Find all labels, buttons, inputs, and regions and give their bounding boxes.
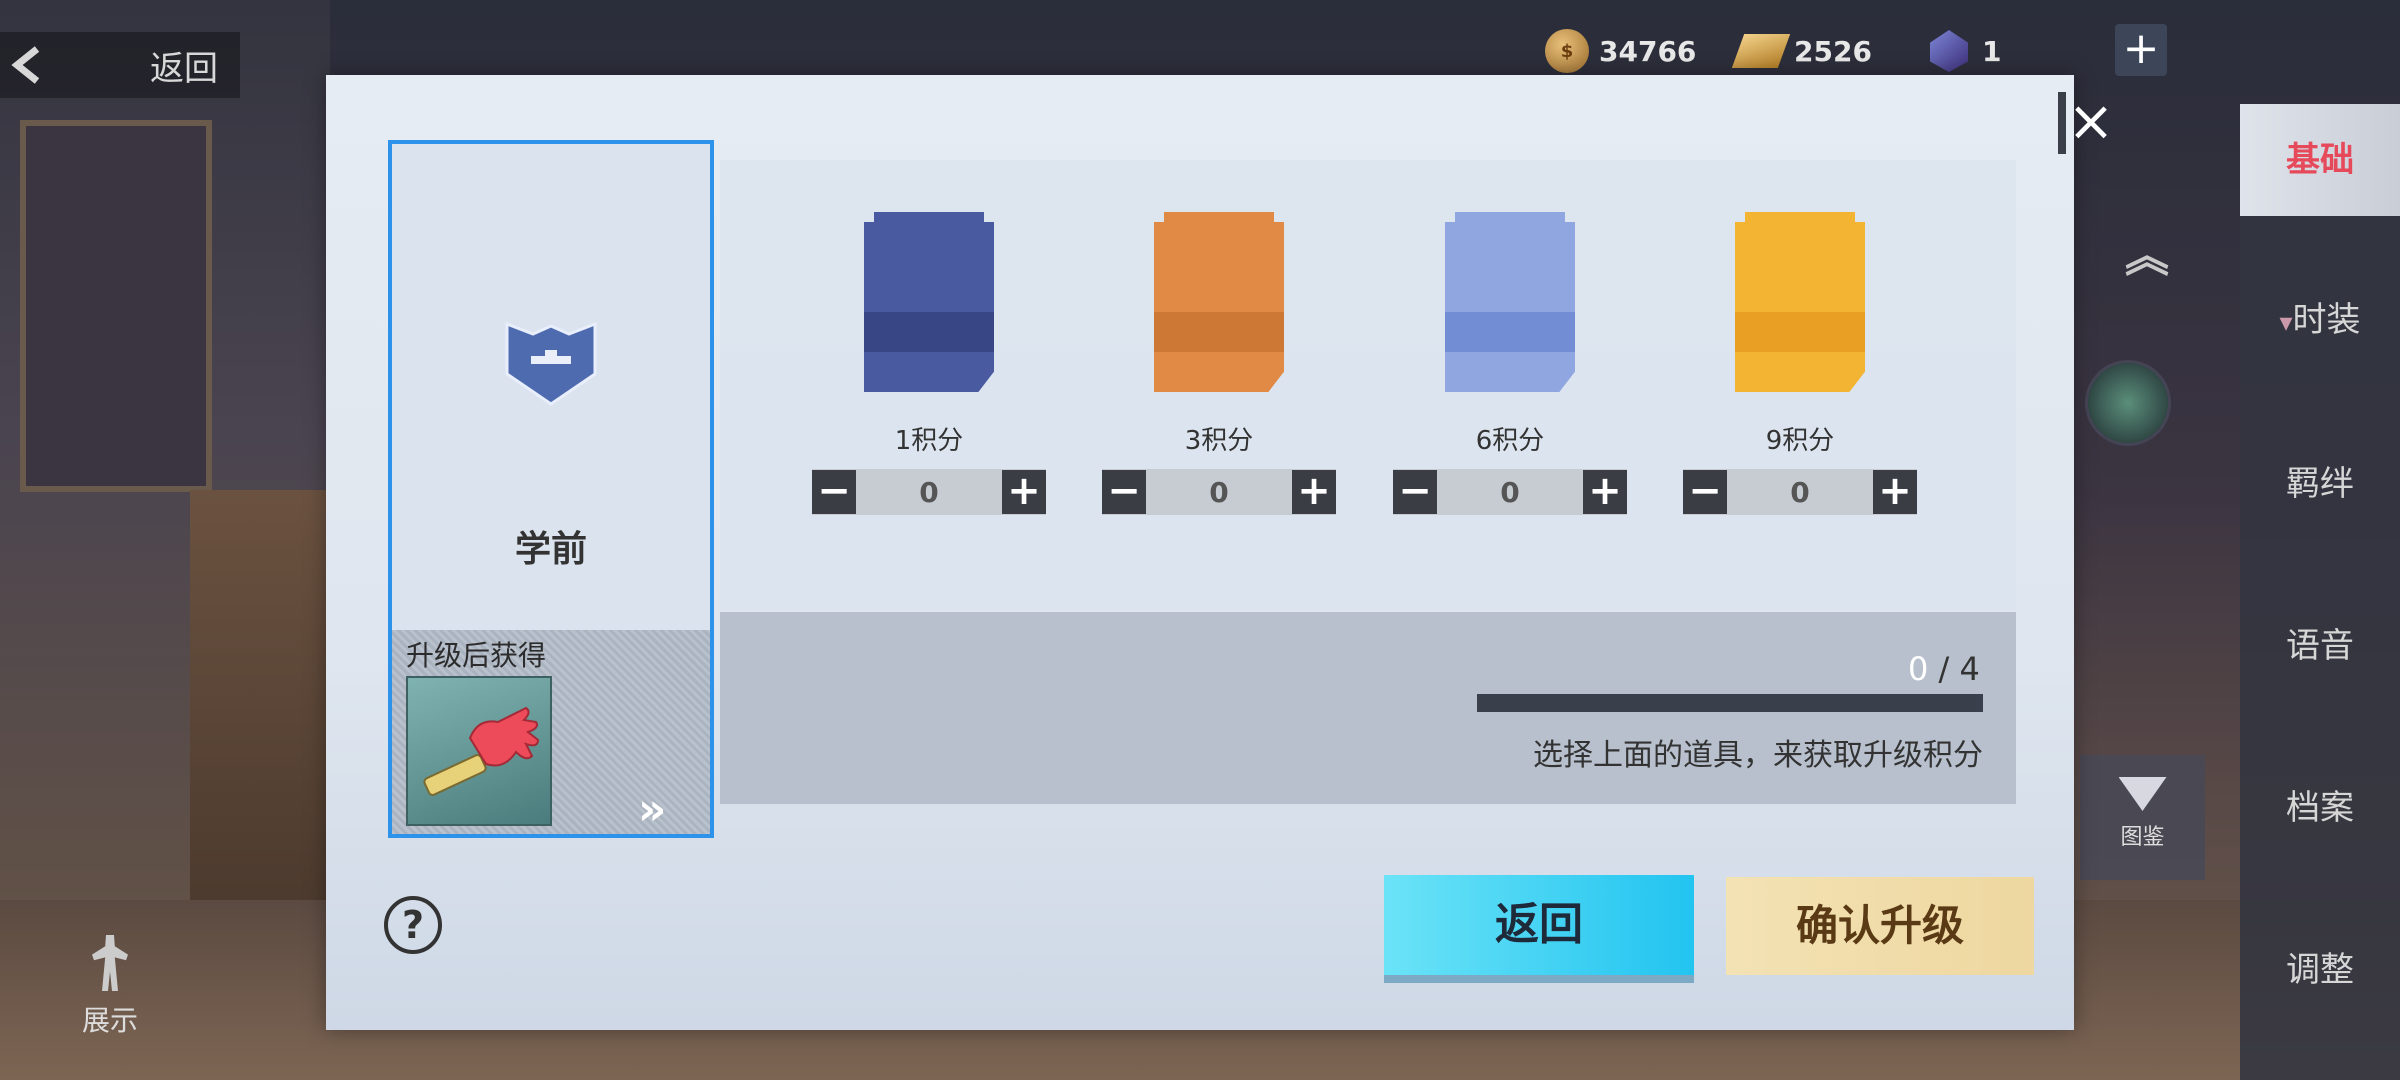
card-body: [1445, 222, 1575, 392]
background-desk: [190, 490, 330, 910]
hint-text: 选择上面的道具，来获取升级积分: [1533, 738, 1983, 773]
progress-current: 0: [1908, 650, 1929, 688]
side-item-archive[interactable]: 档案: [2240, 780, 2400, 829]
currency-gold: 2526: [1731, 26, 1872, 76]
card-points-label: 9积分: [1765, 426, 1835, 456]
atlas-icon: [2118, 777, 2167, 811]
chevron-up-icon[interactable]: ︽: [2125, 220, 2169, 284]
quantity-value: 0: [1790, 475, 1810, 509]
shirt-icon: ▾: [2279, 308, 2293, 338]
card-9-icon[interactable]: [1735, 212, 1865, 392]
card-body: [1735, 222, 1865, 392]
show-label: 展示: [81, 1004, 138, 1037]
side-item-outfit-label: 时装: [2292, 300, 2361, 340]
gem-icon: [1930, 30, 1968, 72]
side-menu: 基础 ▾时装 羁绊 语音 档案 调整: [2240, 104, 2400, 1080]
close-button[interactable]: ×: [2058, 92, 2124, 154]
quantity-stepper: − 0 +: [1393, 469, 1627, 515]
add-currency-button[interactable]: +: [2115, 24, 2167, 76]
card-item-9: 9积分 − 0 +: [1675, 212, 1925, 515]
card-1-icon[interactable]: [864, 212, 994, 392]
top-back-label: 返回: [150, 48, 218, 89]
back-button[interactable]: 返回: [1384, 875, 1694, 975]
increment-button[interactable]: +: [1291, 470, 1336, 514]
confirm-upgrade-button[interactable]: 确认升级: [1726, 877, 2034, 975]
quantity-stepper: − 0 +: [1102, 469, 1336, 515]
decrement-button[interactable]: −: [812, 470, 856, 514]
card-body: [1154, 222, 1284, 392]
increment-button[interactable]: +: [1872, 470, 1917, 514]
currency-coin: $ 34766: [1545, 26, 1696, 76]
card-points-label: 1积分: [894, 426, 964, 456]
top-back-button[interactable]: 返回: [0, 32, 240, 98]
rank-label: 学前: [514, 529, 587, 570]
side-item-basic[interactable]: 基础: [2240, 104, 2400, 216]
card-band: [864, 312, 994, 352]
increment-button[interactable]: +: [1582, 470, 1627, 514]
quantity-stepper: − 0 +: [812, 469, 1046, 515]
atlas-label: 图鉴: [2120, 825, 2165, 850]
card-notch: [1745, 212, 1855, 236]
side-item-outfit[interactable]: ▾时装: [2240, 292, 2400, 341]
card-points-label: 6积分: [1475, 426, 1545, 456]
close-icon: ×: [2067, 89, 2115, 154]
background-window: [20, 120, 212, 492]
card-band: [1154, 312, 1284, 352]
card-item-3: 3积分 − 0 +: [1094, 212, 1344, 515]
reward-item[interactable]: [406, 676, 552, 826]
quantity-value: 0: [1209, 475, 1229, 509]
card-3-icon[interactable]: [1154, 212, 1284, 392]
progress-separator: /: [1928, 650, 1960, 688]
coin-amount: 34766: [1599, 34, 1697, 68]
gem-amount: 1: [1982, 34, 2002, 68]
card-notch: [874, 212, 984, 236]
progress-count: 0 / 4: [1908, 650, 1980, 688]
card-item-6: 6积分 − 0 +: [1385, 212, 1635, 515]
atlas-button[interactable]: 图鉴: [2080, 755, 2205, 880]
side-item-adjust[interactable]: 调整: [2240, 942, 2400, 991]
decrement-button[interactable]: −: [1102, 470, 1146, 514]
progress-total: 4: [1959, 650, 1980, 688]
show-button[interactable]: 展示: [70, 935, 150, 1039]
quantity-value: 0: [1500, 475, 1520, 509]
quantity-stepper: − 0 +: [1683, 469, 1917, 515]
card-band: [1735, 312, 1865, 352]
card-body: [864, 222, 994, 392]
card-band: [1445, 312, 1575, 352]
increment-button[interactable]: +: [1001, 470, 1046, 514]
card-6-icon[interactable]: [1445, 212, 1575, 392]
decrement-button[interactable]: −: [1683, 470, 1727, 514]
coin-icon: $: [1545, 29, 1589, 73]
double-chevron-right-icon[interactable]: »: [638, 784, 666, 835]
clapper-glove-icon: [423, 706, 540, 796]
chevron-left-icon: [0, 32, 50, 98]
card-notch: [1164, 212, 1274, 236]
side-item-voice[interactable]: 语音: [2240, 618, 2400, 667]
rank-emblem-icon: [503, 318, 599, 406]
progress-bar: [1477, 694, 1983, 712]
decrement-button[interactable]: −: [1393, 470, 1437, 514]
character-avatar[interactable]: [2085, 360, 2171, 446]
card-item-1: 1积分 − 0 +: [804, 212, 1054, 515]
quantity-value: 0: [919, 475, 939, 509]
figure-icon: [92, 935, 128, 991]
gold-bar-icon: [1731, 34, 1791, 68]
card-notch: [1455, 212, 1565, 236]
reward-title: 升级后获得: [406, 639, 547, 672]
side-item-bond[interactable]: 羁绊: [2240, 456, 2400, 505]
help-icon[interactable]: ?: [384, 896, 442, 954]
gold-amount: 2526: [1794, 34, 1872, 68]
currency-gem: 1: [1930, 26, 2001, 76]
card-points-label: 3积分: [1184, 426, 1254, 456]
